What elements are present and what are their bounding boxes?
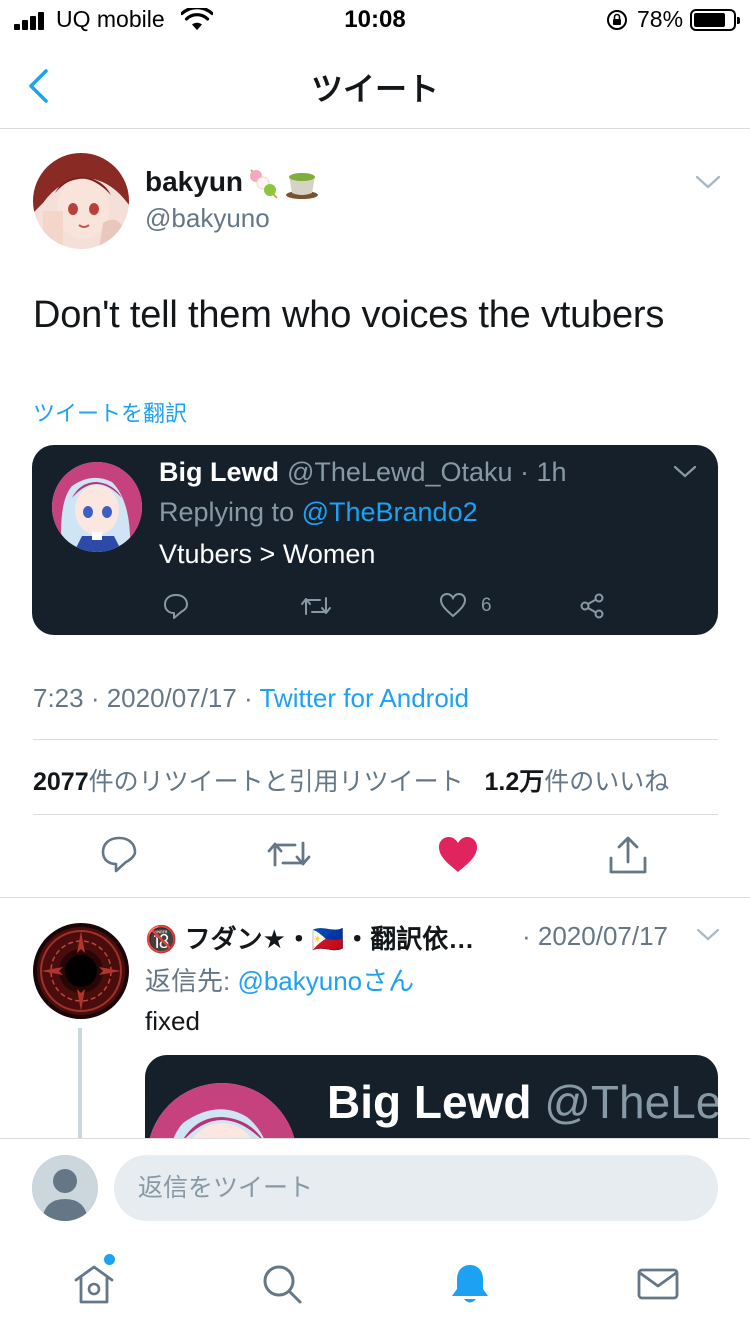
reply-to-handle-link[interactable]: @bakyunoさん — [237, 966, 414, 996]
reply-icon — [164, 594, 188, 619]
notifications-bell-icon[interactable] — [448, 1262, 492, 1306]
new-content-badge — [104, 1254, 115, 1265]
author-name[interactable]: bakyun — [145, 166, 243, 198]
card-like-count: 6 — [481, 595, 492, 616]
divider — [33, 814, 718, 815]
chevron-down-icon[interactable] — [695, 926, 721, 944]
card-author-handle: @TheLewd_Otaku · 1h — [287, 457, 567, 487]
like-icon — [439, 592, 467, 618]
reply-icon[interactable] — [99, 834, 139, 874]
card-replying-to: Replying to @TheBrando2 — [159, 497, 478, 527]
reply-author-name[interactable]: 🔞 フダン★・🇵🇭・翻訳依… — [145, 919, 474, 956]
user-avatar[interactable] — [32, 1155, 98, 1221]
battery-icon — [690, 9, 740, 31]
retweet-icon — [301, 597, 331, 615]
reply-author-avatar[interactable] — [33, 923, 129, 1019]
reply-composer — [0, 1138, 750, 1238]
retweet-icon[interactable] — [266, 834, 312, 874]
card-avatar — [52, 462, 142, 552]
chevron-down-icon — [673, 465, 697, 478]
divider — [0, 897, 750, 898]
messages-envelope-icon[interactable] — [636, 1262, 680, 1306]
card-tweet-text: Vtubers > Women — [159, 539, 376, 569]
green-tea-emoji-icon — [286, 173, 318, 199]
card-author-name: Big Lewd — [159, 457, 279, 487]
translate-link[interactable]: ツイートを翻訳 — [33, 396, 187, 428]
tab-bar — [0, 1238, 750, 1334]
tweet-stats[interactable]: 2077件のリツイートと引用リツイート 1.2万件のいいね — [33, 762, 669, 798]
battery-percent: 78% — [637, 6, 684, 32]
heart-filled-icon[interactable] — [437, 834, 479, 874]
tweet-image[interactable]: Big Lewd @TheLewd_Otaku · 1h Replying to… — [32, 445, 718, 635]
thread-line — [78, 1028, 82, 1138]
rotation-lock-icon — [607, 10, 627, 30]
divider — [33, 739, 718, 740]
reply-image-text: Big Lewd @TheLe — [327, 1076, 718, 1128]
nav-header: ツイート — [0, 40, 750, 129]
author-handle[interactable]: @bakyuno — [145, 203, 270, 234]
chevron-down-icon[interactable] — [694, 172, 722, 192]
reply-input[interactable] — [114, 1155, 718, 1221]
reply-to: 返信先: @bakyunoさん — [145, 966, 415, 996]
home-icon[interactable] — [72, 1262, 116, 1306]
tweet-timestamp: 7:23 · 2020/07/17 · Twitter for Android — [33, 683, 470, 713]
share-icon — [580, 593, 604, 619]
tweet-source-link[interactable]: Twitter for Android — [259, 683, 469, 713]
share-icon[interactable] — [608, 834, 648, 876]
status-bar: UQ mobile 10:08 78% — [0, 0, 750, 40]
page-title: ツイート — [310, 71, 439, 107]
reply-text: fixed — [145, 1006, 200, 1036]
author-avatar[interactable] — [33, 153, 129, 249]
reply-date: · 2020/07/17 — [522, 921, 669, 951]
tweet-text: Don't tell them who voices the vtubers — [33, 294, 665, 336]
dango-emoji-icon — [250, 169, 278, 199]
search-icon[interactable] — [260, 1262, 304, 1306]
